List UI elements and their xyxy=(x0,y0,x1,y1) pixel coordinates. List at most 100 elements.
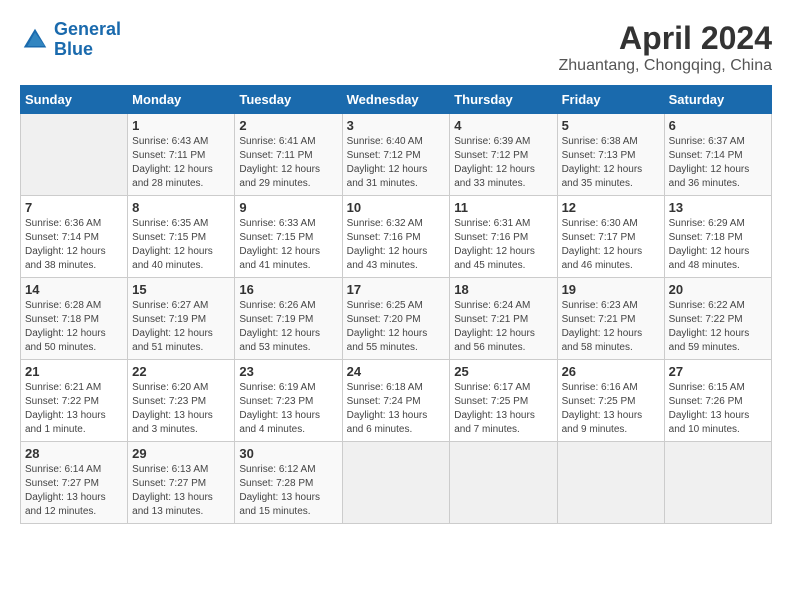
day-info: Sunrise: 6:25 AM Sunset: 7:20 PM Dayligh… xyxy=(347,299,446,355)
day-info: Sunrise: 6:41 AM Sunset: 7:11 PM Dayligh… xyxy=(239,135,337,191)
calendar-subtitle: Zhuantang, Chongqing, China xyxy=(559,57,773,75)
logo-text: General Blue xyxy=(54,20,121,60)
calendar-cell: 16 Sunrise: 6:26 AM Sunset: 7:19 PM Dayli… xyxy=(235,278,342,360)
day-info: Sunrise: 6:28 AM Sunset: 7:18 PM Dayligh… xyxy=(25,299,123,355)
logo-icon xyxy=(20,25,50,55)
calendar-cell: 30Sunrise: 6:12 AM Sunset: 7:28 PM Dayli… xyxy=(235,442,342,524)
week-row-5: 28 Sunrise: 6:14 AM Sunset: 7:27 PM Dayli… xyxy=(21,442,772,524)
day-info: Sunrise: 6:32 AM Sunset: 7:16 PM Dayligh… xyxy=(347,217,446,273)
weekday-header-row: SundayMondayTuesdayWednesdayThursdayFrid… xyxy=(21,86,772,114)
day-number: 18 xyxy=(454,282,552,297)
day-info: Sunrise: 6:21 AM Sunset: 7:22 PM Dayligh… xyxy=(25,381,123,437)
day-number: 17 xyxy=(347,282,446,297)
calendar-cell: 6 Sunrise: 6:37 AM Sunset: 7:14 PM Daylig… xyxy=(664,114,771,196)
calendar-cell: 2 Sunrise: 6:41 AM Sunset: 7:11 PM Daylig… xyxy=(235,114,342,196)
calendar-cell xyxy=(342,442,450,524)
weekday-header-sunday: Sunday xyxy=(21,86,128,114)
logo: General Blue xyxy=(20,20,121,60)
day-info: Sunrise: 6:20 AM Sunset: 7:23 PM Dayligh… xyxy=(132,381,230,437)
day-number: 14 xyxy=(25,282,123,297)
calendar-cell: 9Sunrise: 6:33 AM Sunset: 7:15 PM Daylig… xyxy=(235,196,342,278)
calendar-cell: 18 Sunrise: 6:24 AM Sunset: 7:21 PM Dayli… xyxy=(450,278,557,360)
day-info: Sunrise: 6:36 AM Sunset: 7:14 PM Dayligh… xyxy=(25,217,123,273)
day-info: Sunrise: 6:31 AM Sunset: 7:16 PM Dayligh… xyxy=(454,217,552,273)
day-number: 20 xyxy=(669,282,767,297)
calendar-cell: 25 Sunrise: 6:17 AM Sunset: 7:25 PM Dayli… xyxy=(450,360,557,442)
calendar-table: SundayMondayTuesdayWednesdayThursdayFrid… xyxy=(20,85,772,524)
week-row-1: 1 Sunrise: 6:43 AM Sunset: 7:11 PM Daylig… xyxy=(21,114,772,196)
day-info: Sunrise: 6:15 AM Sunset: 7:26 PM Dayligh… xyxy=(669,381,767,437)
day-number: 22 xyxy=(132,364,230,379)
weekday-header-saturday: Saturday xyxy=(664,86,771,114)
week-row-3: 14 Sunrise: 6:28 AM Sunset: 7:18 PM Dayli… xyxy=(21,278,772,360)
calendar-cell: 20 Sunrise: 6:22 AM Sunset: 7:22 PM Dayli… xyxy=(664,278,771,360)
day-number: 8 xyxy=(132,200,230,215)
weekday-header-tuesday: Tuesday xyxy=(235,86,342,114)
day-number: 6 xyxy=(669,118,767,133)
day-number: 3 xyxy=(347,118,446,133)
day-info: Sunrise: 6:39 AM Sunset: 7:12 PM Dayligh… xyxy=(454,135,552,191)
weekday-header-friday: Friday xyxy=(557,86,664,114)
day-number: 9 xyxy=(239,200,337,215)
day-number: 4 xyxy=(454,118,552,133)
day-info: Sunrise: 6:27 AM Sunset: 7:19 PM Dayligh… xyxy=(132,299,230,355)
calendar-cell: 29 Sunrise: 6:13 AM Sunset: 7:27 PM Dayli… xyxy=(128,442,235,524)
day-info: Sunrise: 6:13 AM Sunset: 7:27 PM Dayligh… xyxy=(132,463,230,519)
day-info: Sunrise: 6:19 AM Sunset: 7:23 PM Dayligh… xyxy=(239,381,337,437)
day-info: Sunrise: 6:43 AM Sunset: 7:11 PM Dayligh… xyxy=(132,135,230,191)
day-info: Sunrise: 6:14 AM Sunset: 7:27 PM Dayligh… xyxy=(25,463,123,519)
weekday-header-thursday: Thursday xyxy=(450,86,557,114)
weekday-header-wednesday: Wednesday xyxy=(342,86,450,114)
day-number: 15 xyxy=(132,282,230,297)
day-number: 1 xyxy=(132,118,230,133)
calendar-title: April 2024 xyxy=(559,20,773,57)
day-number: 30 xyxy=(239,446,337,461)
day-info: Sunrise: 6:18 AM Sunset: 7:24 PM Dayligh… xyxy=(347,381,446,437)
calendar-cell: 7 Sunrise: 6:36 AM Sunset: 7:14 PM Daylig… xyxy=(21,196,128,278)
day-number: 25 xyxy=(454,364,552,379)
day-info: Sunrise: 6:40 AM Sunset: 7:12 PM Dayligh… xyxy=(347,135,446,191)
calendar-cell xyxy=(557,442,664,524)
calendar-cell: 1 Sunrise: 6:43 AM Sunset: 7:11 PM Daylig… xyxy=(128,114,235,196)
page-header: General Blue April 2024 Zhuantang, Chong… xyxy=(20,20,772,75)
week-row-4: 21Sunrise: 6:21 AM Sunset: 7:22 PM Dayli… xyxy=(21,360,772,442)
calendar-cell: 11 Sunrise: 6:31 AM Sunset: 7:16 PM Dayli… xyxy=(450,196,557,278)
day-number: 16 xyxy=(239,282,337,297)
day-number: 10 xyxy=(347,200,446,215)
day-number: 27 xyxy=(669,364,767,379)
day-number: 5 xyxy=(562,118,660,133)
calendar-cell xyxy=(21,114,128,196)
calendar-cell: 17 Sunrise: 6:25 AM Sunset: 7:20 PM Dayli… xyxy=(342,278,450,360)
day-number: 12 xyxy=(562,200,660,215)
calendar-cell: 10 Sunrise: 6:32 AM Sunset: 7:16 PM Dayli… xyxy=(342,196,450,278)
day-info: Sunrise: 6:17 AM Sunset: 7:25 PM Dayligh… xyxy=(454,381,552,437)
calendar-cell: 15 Sunrise: 6:27 AM Sunset: 7:19 PM Dayli… xyxy=(128,278,235,360)
calendar-cell: 26Sunrise: 6:16 AM Sunset: 7:25 PM Dayli… xyxy=(557,360,664,442)
calendar-cell: 27 Sunrise: 6:15 AM Sunset: 7:26 PM Dayli… xyxy=(664,360,771,442)
day-info: Sunrise: 6:16 AM Sunset: 7:25 PM Dayligh… xyxy=(562,381,660,437)
calendar-cell: 19Sunrise: 6:23 AM Sunset: 7:21 PM Dayli… xyxy=(557,278,664,360)
calendar-cell: 23 Sunrise: 6:19 AM Sunset: 7:23 PM Dayli… xyxy=(235,360,342,442)
day-number: 23 xyxy=(239,364,337,379)
weekday-header-monday: Monday xyxy=(128,86,235,114)
calendar-cell: 13 Sunrise: 6:29 AM Sunset: 7:18 PM Dayli… xyxy=(664,196,771,278)
calendar-cell: 5Sunrise: 6:38 AM Sunset: 7:13 PM Daylig… xyxy=(557,114,664,196)
logo-blue: Blue xyxy=(54,39,93,59)
day-info: Sunrise: 6:37 AM Sunset: 7:14 PM Dayligh… xyxy=(669,135,767,191)
title-block: April 2024 Zhuantang, Chongqing, China xyxy=(559,20,773,75)
day-info: Sunrise: 6:30 AM Sunset: 7:17 PM Dayligh… xyxy=(562,217,660,273)
day-number: 28 xyxy=(25,446,123,461)
day-number: 7 xyxy=(25,200,123,215)
day-number: 11 xyxy=(454,200,552,215)
day-number: 29 xyxy=(132,446,230,461)
day-number: 2 xyxy=(239,118,337,133)
calendar-cell: 4 Sunrise: 6:39 AM Sunset: 7:12 PM Daylig… xyxy=(450,114,557,196)
day-info: Sunrise: 6:29 AM Sunset: 7:18 PM Dayligh… xyxy=(669,217,767,273)
calendar-cell xyxy=(664,442,771,524)
day-info: Sunrise: 6:22 AM Sunset: 7:22 PM Dayligh… xyxy=(669,299,767,355)
calendar-cell: 8Sunrise: 6:35 AM Sunset: 7:15 PM Daylig… xyxy=(128,196,235,278)
calendar-cell: 22 Sunrise: 6:20 AM Sunset: 7:23 PM Dayli… xyxy=(128,360,235,442)
day-number: 13 xyxy=(669,200,767,215)
day-info: Sunrise: 6:24 AM Sunset: 7:21 PM Dayligh… xyxy=(454,299,552,355)
day-info: Sunrise: 6:26 AM Sunset: 7:19 PM Dayligh… xyxy=(239,299,337,355)
